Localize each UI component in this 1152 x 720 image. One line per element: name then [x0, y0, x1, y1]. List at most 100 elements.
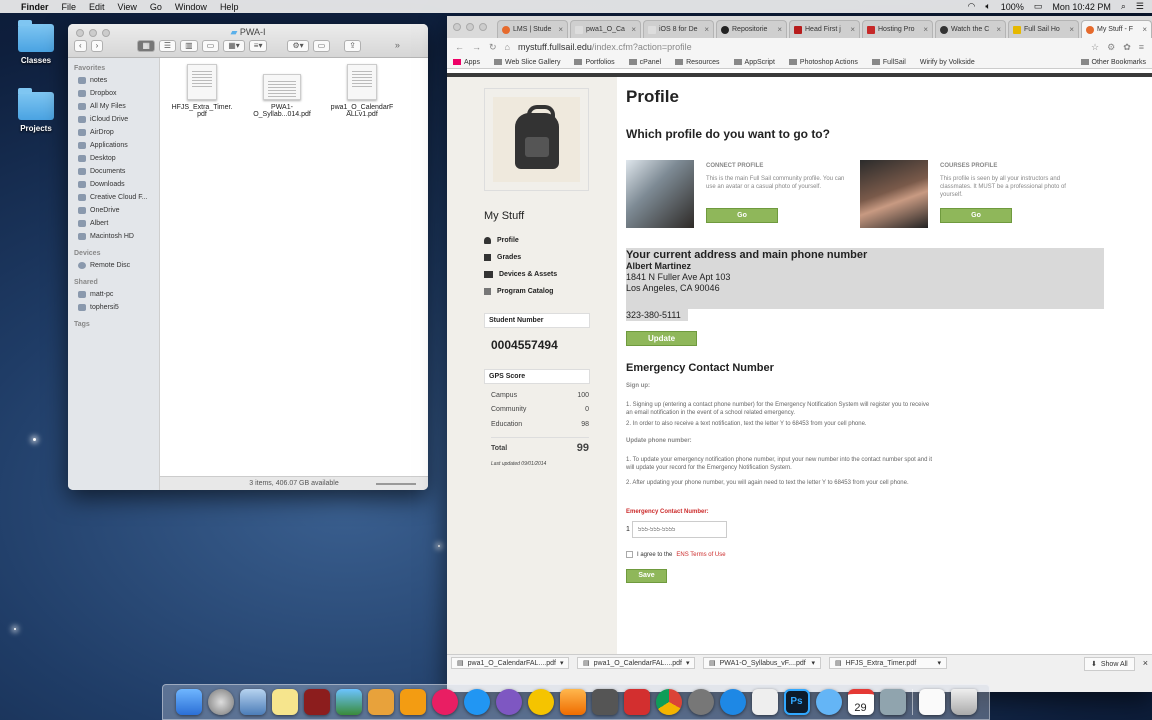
desktop-folder-projects[interactable]: Projects: [6, 88, 66, 133]
share-button[interactable]: ⇪: [344, 40, 361, 52]
bookmark-apps[interactable]: Apps: [453, 59, 480, 66]
browser-tab[interactable]: Hosting Pro ×: [862, 20, 933, 38]
download-item[interactable]: ▤ HFJS_Extra_Timer.pdf ▾: [829, 657, 947, 669]
other-bookmarks[interactable]: Other Bookmarks: [1080, 59, 1146, 66]
coverflow-view-button[interactable]: ▭: [201, 40, 220, 52]
browser-tab[interactable]: Head First j ×: [789, 20, 860, 38]
sidebar-item-albert[interactable]: Albert: [68, 217, 159, 230]
tab-close-icon[interactable]: ×: [1142, 25, 1147, 34]
menu-go[interactable]: Go: [150, 2, 162, 12]
sidebar-item-creative-cloud[interactable]: Creative Cloud F...: [68, 191, 159, 204]
chevron-down-icon[interactable]: ▾: [811, 659, 815, 667]
trash-dock-icon[interactable]: [950, 689, 977, 715]
menu-view[interactable]: View: [118, 2, 137, 12]
ens-terms-link[interactable]: ENS Terms of Use: [676, 552, 725, 558]
sidebar-item-all-my-files[interactable]: All My Files: [68, 100, 159, 113]
sidebar-item-matt-pc[interactable]: matt-pc: [68, 288, 159, 301]
menu-clock[interactable]: Mon 10:42 PM: [1052, 2, 1111, 12]
emergency-phone-input[interactable]: [632, 521, 727, 538]
browser-tab-active[interactable]: My Stuff - F ×: [1081, 20, 1152, 38]
forward-button[interactable]: ›: [90, 40, 104, 52]
notes-dock-icon[interactable]: [271, 689, 298, 715]
safari-dock-icon[interactable]: [719, 689, 746, 715]
menu-window[interactable]: Window: [175, 2, 207, 12]
chevron-down-icon[interactable]: ▾: [686, 659, 690, 667]
itunes-dock-icon[interactable]: [431, 689, 458, 715]
nav-profile[interactable]: Profile: [484, 237, 519, 244]
icon-size-slider[interactable]: [376, 483, 416, 485]
sidebar-item-macintosh-hd[interactable]: Macintosh HD: [68, 230, 159, 243]
menu-help[interactable]: Help: [220, 2, 239, 12]
menu-edit[interactable]: Edit: [89, 2, 105, 12]
courses-go-button[interactable]: Go: [940, 208, 1012, 223]
arrange-button[interactable]: ▦▾: [223, 40, 245, 52]
ibooks-dock-icon[interactable]: [399, 689, 426, 715]
menu-app-name[interactable]: Finder: [21, 2, 49, 12]
tab-close-icon[interactable]: ×: [996, 25, 1001, 34]
reload-icon[interactable]: ↻: [489, 42, 497, 53]
agree-checkbox[interactable]: [626, 551, 633, 558]
browser-tab[interactable]: iOS 8 for De ×: [643, 20, 714, 38]
volume-icon[interactable]: 🔈︎: [985, 1, 990, 12]
back-button[interactable]: ‹: [74, 40, 87, 52]
app-store-dock-icon[interactable]: [463, 689, 490, 715]
bookmark-web-slice[interactable]: Web Slice Gallery: [493, 59, 560, 66]
update-address-button[interactable]: Update: [626, 331, 697, 346]
bookmark-resources[interactable]: Resources: [675, 59, 720, 66]
zoom-button[interactable]: [479, 23, 487, 31]
outlook-dock-icon[interactable]: [527, 689, 554, 715]
sidebar-item-tophersi5[interactable]: tophersi5: [68, 301, 159, 314]
menu-file[interactable]: File: [62, 2, 77, 12]
close-downloads-icon[interactable]: ×: [1143, 657, 1148, 668]
mail-dock-icon[interactable]: [879, 689, 906, 715]
tab-close-icon[interactable]: ×: [923, 25, 928, 34]
browser-tab[interactable]: Full Sail Ho ×: [1008, 20, 1079, 38]
chevron-down-icon[interactable]: ▾: [937, 659, 941, 667]
column-view-button[interactable]: ▥: [180, 40, 198, 52]
chevron-down-icon[interactable]: ▾: [560, 659, 564, 667]
extension-icon[interactable]: ✿: [1123, 42, 1131, 53]
browser-tab[interactable]: LMS | Stude ×: [497, 20, 568, 38]
sidebar-item-downloads[interactable]: Downloads: [68, 178, 159, 191]
sidebar-item-onedrive[interactable]: OneDrive: [68, 204, 159, 217]
browser-tab[interactable]: pwa1_O_Ca ×: [570, 20, 641, 38]
nav-program-catalog[interactable]: Program Catalog: [484, 288, 553, 295]
sequel-dock-icon[interactable]: [591, 689, 618, 715]
back-arrow-icon[interactable]: ←: [455, 42, 464, 52]
new-folder-button[interactable]: ▭: [312, 40, 331, 52]
sort-button[interactable]: ≡▾: [248, 40, 268, 52]
spotlight-icon[interactable]: ⌕: [1121, 1, 1126, 12]
icon-view-button[interactable]: ▦: [137, 40, 155, 52]
onepassword-dock-icon[interactable]: [495, 689, 522, 715]
download-item[interactable]: ▤ pwa1_O_CalendarFAL....pdf ▾: [577, 657, 695, 669]
chrome-menu-icon[interactable]: ≡: [1139, 42, 1144, 52]
tab-close-icon[interactable]: ×: [704, 25, 709, 34]
tab-close-icon[interactable]: ×: [850, 25, 855, 34]
tab-close-icon[interactable]: ×: [631, 25, 636, 34]
download-item[interactable]: ▤ pwa1_O_CalendarFAL....pdf ▾: [451, 657, 569, 669]
toolbar-overflow-icon[interactable]: »: [395, 40, 400, 52]
tab-close-icon[interactable]: ×: [777, 25, 782, 34]
system-preferences-dock-icon[interactable]: [687, 689, 714, 715]
sidebar-item-airdrop[interactable]: AirDrop: [68, 126, 159, 139]
list-view-button[interactable]: ☰: [158, 40, 177, 52]
textedit-dock-icon[interactable]: [367, 689, 394, 715]
bookmark-portfolios[interactable]: Portfolios: [574, 59, 615, 66]
download-item[interactable]: ▤ PWA1-O_Syllabus_vF....pdf ▾: [703, 657, 821, 669]
photo-booth-dock-icon[interactable]: [303, 689, 330, 715]
home-icon[interactable]: ⌂: [505, 42, 510, 52]
bookmark-wirify[interactable]: Wirify by Volkside: [920, 59, 975, 66]
battery-icon[interactable]: ▭: [1034, 1, 1043, 12]
bookmark-cpanel[interactable]: cPanel: [628, 59, 661, 66]
save-button[interactable]: Save: [626, 569, 667, 583]
browser-tab[interactable]: Watch the C ×: [935, 20, 1006, 38]
connect-go-button[interactable]: Go: [706, 208, 778, 223]
bookmark-photoshop-actions[interactable]: Photoshop Actions: [788, 59, 858, 66]
reminders-dock-icon[interactable]: [751, 689, 778, 715]
close-button[interactable]: [453, 23, 461, 31]
finder-dock-icon[interactable]: [175, 689, 202, 715]
tab-close-icon[interactable]: ×: [558, 25, 563, 34]
show-all-downloads-button[interactable]: ⬇ Show All: [1084, 657, 1135, 671]
file-item[interactable]: pwa1_O_CalendarF ALLv1.pdf: [326, 64, 398, 118]
desktop-folder-classes[interactable]: Classes: [6, 20, 66, 65]
